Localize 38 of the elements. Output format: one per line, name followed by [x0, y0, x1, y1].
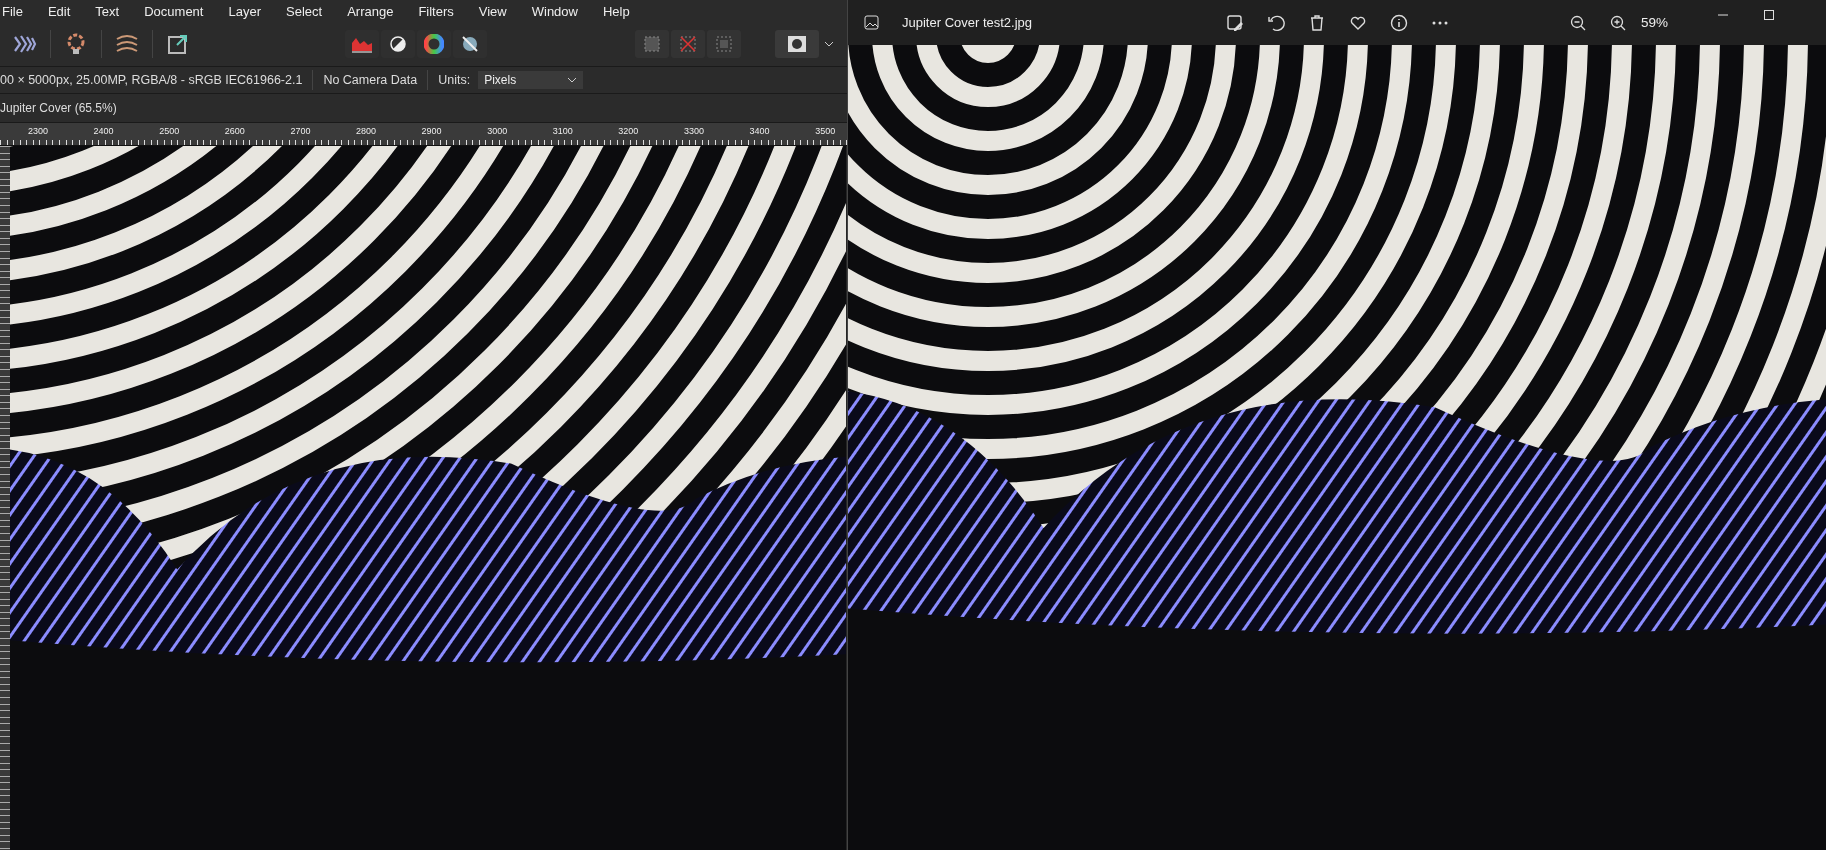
window-title: Jupiter Cover test2.jpg	[902, 15, 1034, 30]
camera-info: No Camera Data	[323, 73, 418, 87]
menu-item[interactable]: Text	[95, 3, 132, 19]
select-all-icon[interactable]	[635, 30, 669, 58]
menu-item[interactable]: Filters	[418, 3, 466, 19]
color-wheel-icon[interactable]	[417, 30, 451, 58]
menu-item[interactable]: Arrange	[347, 3, 406, 19]
menu-item[interactable]: Help	[602, 3, 642, 19]
document-tab[interactable]: Jupiter Cover (65.5%)	[0, 101, 117, 115]
menu-item[interactable]: File	[2, 3, 35, 19]
ruler-label: 3300	[683, 125, 705, 138]
histogram-icon[interactable]	[345, 30, 379, 58]
ruler-label: 2300	[28, 125, 50, 138]
ruler-label: 2700	[290, 125, 312, 138]
menu-item[interactable]: Select	[286, 3, 335, 19]
menu-item[interactable]: Window	[531, 3, 590, 19]
ruler-label: 3400	[749, 125, 771, 138]
ruler-label: 3500	[815, 125, 837, 138]
contrast-icon[interactable]	[381, 30, 415, 58]
ruler-label: 3000	[487, 125, 509, 138]
mask-icon[interactable]	[775, 30, 819, 58]
units-dropdown[interactable]: Pixels	[478, 71, 584, 89]
menu-item[interactable]: Edit	[47, 3, 83, 19]
menu-item[interactable]: Document	[144, 3, 216, 19]
menu-item[interactable]: View	[478, 3, 519, 19]
caret-icon	[567, 76, 578, 84]
menu-item[interactable]: Layer	[228, 3, 273, 19]
ruler-label: 2800	[355, 125, 377, 138]
ruler-label: 3100	[552, 125, 574, 138]
ruler-label: 2900	[421, 125, 443, 138]
deselect-icon[interactable]	[671, 30, 705, 58]
ruler-label: 2600	[224, 125, 246, 138]
ruler-label: 2500	[159, 125, 181, 138]
units-label: Units:	[438, 73, 471, 87]
ruler-label: 2400	[93, 125, 115, 138]
zoom-level: 59%	[1641, 15, 1669, 30]
document-info: 00 × 5000px, 25.00MP, RGBA/8 - sRGB IEC61966-2.1	[0, 73, 303, 87]
ruler-label: 3200	[618, 125, 640, 138]
